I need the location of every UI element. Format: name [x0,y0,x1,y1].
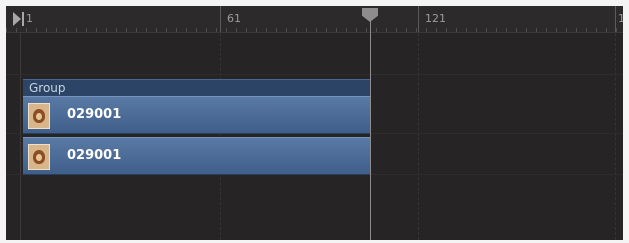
play-range-start-icon[interactable] [13,12,21,26]
clip-label: 029001 [67,148,122,163]
ruler-major-tick [418,6,419,32]
thumbnail-shape [36,154,42,161]
lane-separator [6,74,623,75]
image-thumbnail-icon [28,103,50,129]
time-ruler[interactable]: 1 61 121 1 [6,6,623,33]
ruler-minor-ticks [6,28,623,32]
playhead-line[interactable] [370,20,371,240]
grid-line [615,33,617,240]
grid-line [418,33,420,240]
ruler-major-tick [615,6,616,32]
timeline-panel: 1 61 121 1 Group 029001 029001 [6,6,623,240]
group-label: Group [29,81,66,95]
group-track[interactable]: Group [23,79,371,96]
ruler-label-121: 121 [425,12,446,25]
timeline-left-edge [20,33,21,240]
ruler-major-tick [220,6,221,32]
ruler-label-181: 1 [618,12,623,25]
ruler-label-1: 1 [26,12,33,25]
play-range-start-bar [22,12,24,26]
clip-label: 029001 [67,107,122,122]
image-thumbnail-icon [28,144,50,170]
clip-bar[interactable]: 029001 [23,96,371,134]
ruler-label-61: 61 [227,12,241,25]
thumbnail-shape [36,113,42,120]
clip-bar[interactable]: 029001 [23,137,371,175]
